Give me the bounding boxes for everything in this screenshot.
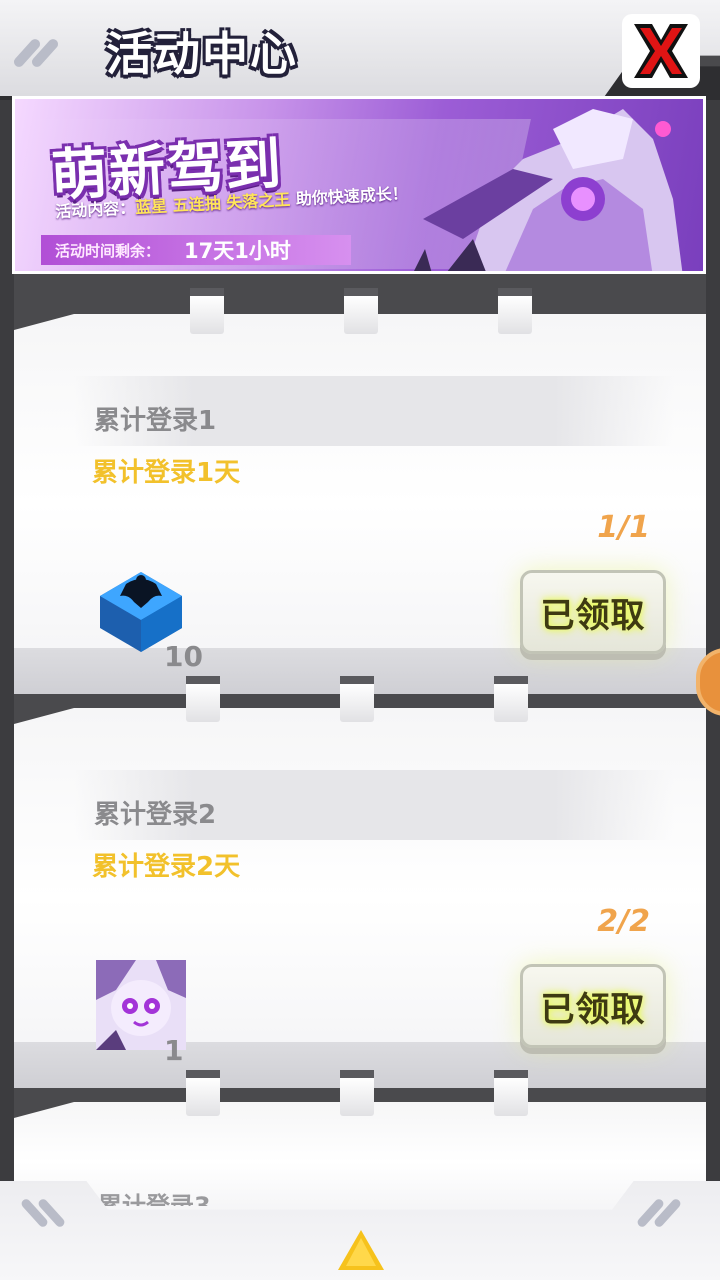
task-description: 累计登录2天 bbox=[92, 852, 241, 882]
task-progress: 2/2 bbox=[597, 904, 650, 939]
card-clip bbox=[344, 288, 378, 334]
slash-decoration bbox=[11, 36, 61, 70]
card-clip bbox=[190, 288, 224, 334]
page-title: 活动中心 bbox=[106, 27, 298, 81]
task-name: 累计登录2 bbox=[94, 800, 217, 830]
banner-desc-item-2: 五连抽 bbox=[172, 193, 222, 216]
claimed-button-label: 已领取 bbox=[540, 595, 646, 636]
banner-desc-prefix: 活动内容： bbox=[54, 198, 136, 222]
card-clip bbox=[186, 676, 220, 722]
task-name-peek: 累计登录3 bbox=[98, 1192, 211, 1206]
task-card: 累计登录1 累计登录1天 1/1 10 已领取 bbox=[14, 314, 706, 694]
banner-time-label: 活动时间剩余： bbox=[55, 241, 161, 260]
task-list[interactable]: 累计登录1 累计登录1天 1/1 10 已领取 累计登录2 累计登录2天 2/2 bbox=[0, 280, 720, 1222]
reward-count: 10 bbox=[164, 640, 203, 673]
reward-count: 1 bbox=[164, 1034, 184, 1067]
close-x-icon bbox=[634, 24, 688, 78]
claimed-button[interactable]: 已领取 bbox=[520, 570, 666, 654]
card-clip bbox=[494, 1070, 528, 1116]
banner-time-bar: 活动时间剩余： 17天1小时 bbox=[41, 235, 351, 265]
card-clip bbox=[340, 1070, 374, 1116]
mecha-robot-illustration bbox=[414, 109, 683, 271]
card-clip bbox=[494, 676, 528, 722]
triangle-up-icon[interactable] bbox=[336, 1228, 386, 1272]
claimed-button-label: 已领取 bbox=[540, 989, 646, 1030]
task-name: 累计登录1 bbox=[94, 406, 217, 436]
task-progress: 1/1 bbox=[597, 510, 650, 545]
card-clip bbox=[186, 1070, 220, 1116]
card-clip bbox=[340, 676, 374, 722]
claimed-button[interactable]: 已领取 bbox=[520, 964, 666, 1048]
banner-desc-item-1: 蓝星 bbox=[134, 196, 168, 218]
banner-time-value: 17天1小时 bbox=[184, 239, 291, 263]
slash-decoration bbox=[635, 1196, 683, 1230]
event-banner: 萌新驾到 活动内容：蓝星 五连抽 失落之王 助你快速成长！ 活动时间剩余： 17… bbox=[12, 96, 706, 274]
banner-desc-item-3: 失落之王 bbox=[225, 189, 291, 213]
close-button[interactable] bbox=[622, 14, 700, 88]
card-clip bbox=[498, 288, 532, 334]
task-description: 累计登录1天 bbox=[92, 458, 241, 488]
task-card: 累计登录2 累计登录2天 2/2 1 已领取 bbox=[14, 708, 706, 1088]
slash-decoration bbox=[19, 1196, 67, 1230]
